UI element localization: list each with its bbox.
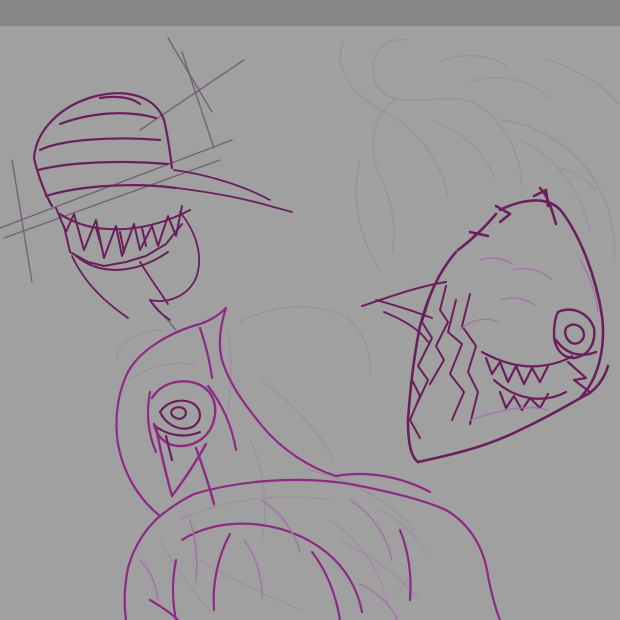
app-window: [0, 0, 620, 620]
drawing-canvas[interactable]: [0, 26, 620, 620]
sketch-creature-head: [339, 38, 619, 464]
sketch-artwork: [0, 37, 619, 620]
sketch-helmet-head: [0, 37, 293, 331]
title-bar: [0, 0, 620, 26]
sketch-hooded-figure: [115, 306, 502, 620]
